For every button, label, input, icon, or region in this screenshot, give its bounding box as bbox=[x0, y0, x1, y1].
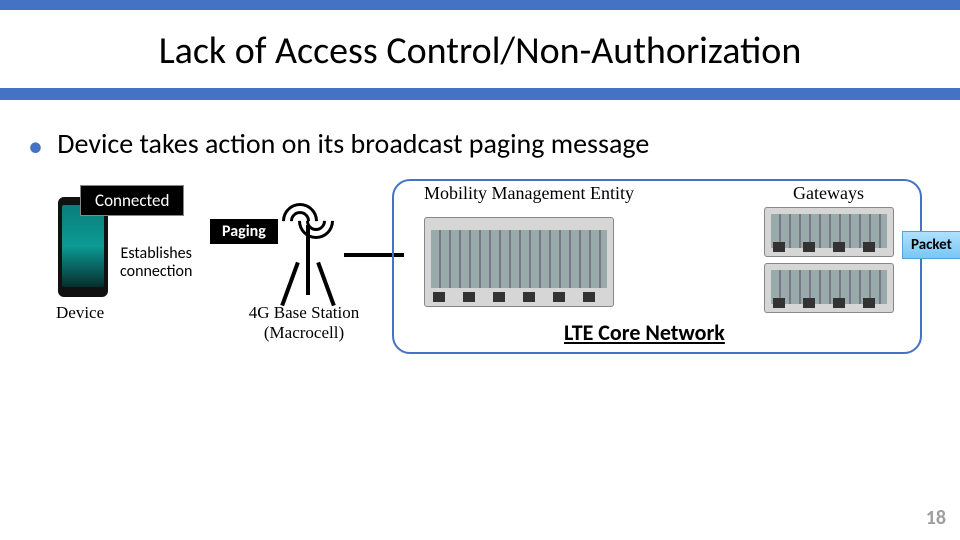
bs-line2: (Macrocell) bbox=[264, 323, 344, 342]
mme-chassis-icon bbox=[424, 217, 614, 307]
core-network-box: Mobility Management Entity Gateways LTE … bbox=[392, 179, 922, 354]
bullet-item: • Device takes action on its broadcast p… bbox=[0, 100, 960, 165]
packet-tag: Packet bbox=[902, 231, 960, 259]
slide-title: Lack of Access Control/Non-Authorization bbox=[0, 10, 960, 88]
gateway-2-icon bbox=[764, 263, 894, 313]
base-station-label: 4G Base Station (Macrocell) bbox=[224, 303, 384, 343]
bullet-text: Device takes action on its broadcast pag… bbox=[57, 126, 649, 161]
diagram-stage: Connected Device Establishes connection … bbox=[0, 165, 960, 465]
gateway-1-icon bbox=[764, 207, 894, 257]
establishes-line1: Establishes bbox=[121, 244, 192, 263]
top-accent-bar bbox=[0, 0, 960, 10]
establishes-connection-label: Establishes connection bbox=[120, 245, 192, 282]
device-label: Device bbox=[56, 303, 104, 323]
bs-line1: 4G Base Station bbox=[249, 303, 360, 322]
core-network-label: LTE Core Network bbox=[564, 319, 725, 346]
bullet-dot-icon: • bbox=[28, 128, 43, 165]
establishes-line2: connection bbox=[120, 262, 192, 281]
mme-label: Mobility Management Entity bbox=[424, 183, 634, 204]
gateways-label: Gateways bbox=[793, 183, 864, 204]
connected-status: Connected bbox=[80, 185, 184, 216]
base-station-antenna-icon bbox=[268, 201, 348, 311]
slide-number: 18 bbox=[926, 506, 946, 530]
title-underline-bar bbox=[0, 88, 960, 100]
